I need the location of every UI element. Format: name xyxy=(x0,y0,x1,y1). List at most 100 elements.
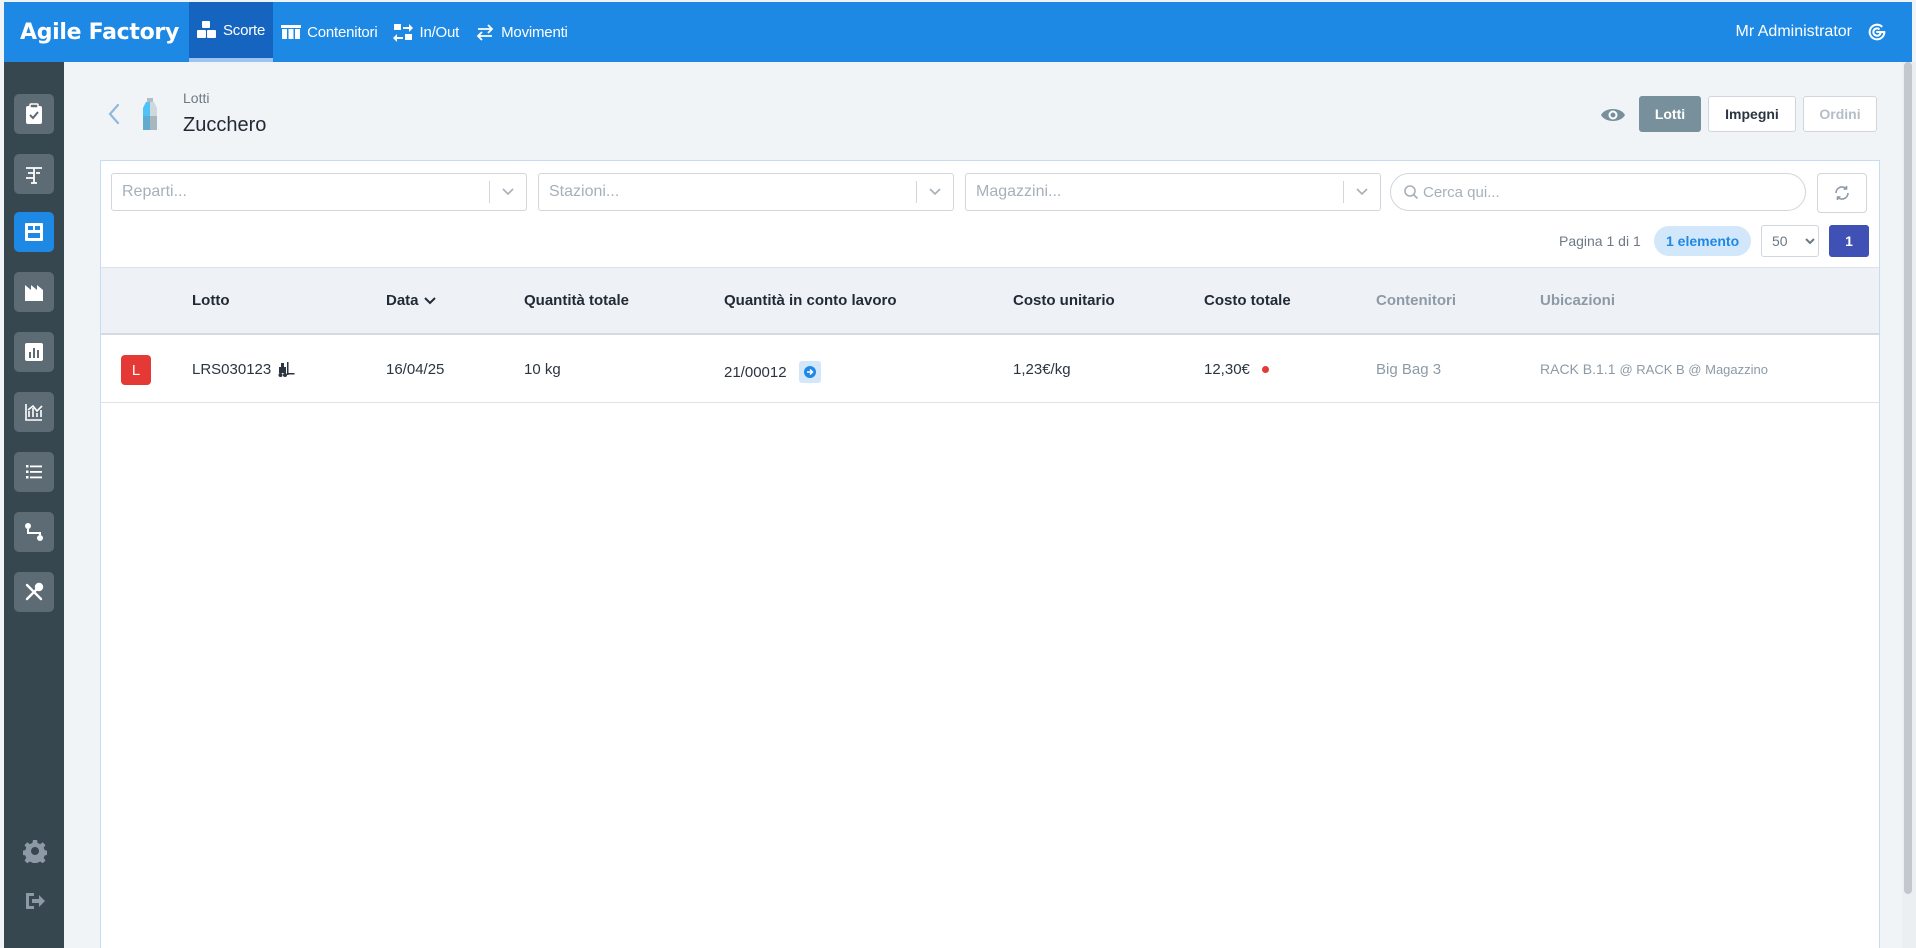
cell-costo-unitario: 1,23€/kg xyxy=(1013,361,1071,378)
tools-icon xyxy=(25,582,44,601)
tab-impegni[interactable]: Impegni xyxy=(1708,96,1796,132)
lot-code: LRS030123 xyxy=(192,361,272,378)
reparti-placeholder: Reparti... xyxy=(122,183,187,200)
nav-item-scorte[interactable]: Scorte xyxy=(188,2,274,62)
cell-quantita-conto-lavoro: 21/00012 xyxy=(724,361,821,383)
nav-item-label: Contenitori xyxy=(307,23,378,41)
sidebar-item-tasks[interactable] xyxy=(14,94,54,134)
sidebar-item-routing[interactable] xyxy=(14,512,54,552)
forklift-icon xyxy=(278,361,295,377)
work-order-code: 21/00012 xyxy=(724,363,787,381)
sidebar-item-tools[interactable] xyxy=(14,572,54,612)
eye-icon[interactable] xyxy=(1600,104,1626,126)
movements-icon xyxy=(476,24,494,41)
column-header-quantita-conto-lavoro[interactable]: Quantità in conto lavoro xyxy=(724,292,897,309)
warning-dot xyxy=(1261,366,1269,373)
total-cost-value: 12,30€ xyxy=(1204,361,1250,378)
table-row[interactable]: L LRS030123 16/04/25 10 kg 21/00012 1,23… xyxy=(101,337,1879,403)
warehouse-icon xyxy=(25,223,43,241)
top-navbar: Agile Factory Scorte Contenitori In/Out … xyxy=(4,2,1912,62)
nav-item-label: In/Out xyxy=(419,23,460,41)
sidebar-item-analytics[interactable] xyxy=(14,392,54,432)
nav-item-in-out[interactable]: In/Out xyxy=(385,2,467,62)
page-button-1[interactable]: 1 xyxy=(1829,225,1869,257)
column-header-ubicazioni[interactable]: Ubicazioni xyxy=(1540,292,1615,309)
list-icon xyxy=(26,465,42,479)
count-badge: 1 elemento xyxy=(1654,226,1752,256)
column-header-data[interactable]: Data xyxy=(386,292,437,309)
gear-icon xyxy=(23,840,47,863)
user-area: Mr Administrator xyxy=(1736,21,1912,43)
sidebar-item-reports[interactable] xyxy=(14,332,54,372)
sidebar-settings[interactable] xyxy=(22,838,48,864)
sidebar xyxy=(4,62,64,948)
line-chart-icon xyxy=(25,404,43,421)
location-code: RACK B.1.1 xyxy=(1540,361,1616,377)
user-name[interactable]: Mr Administrator xyxy=(1736,23,1852,41)
lot-type-badge: L xyxy=(121,355,151,385)
cell-lotto[interactable]: LRS030123 xyxy=(192,361,295,378)
column-header-contenitori[interactable]: Contenitori xyxy=(1376,292,1456,309)
cell-costo-totale: 12,30€ xyxy=(1204,361,1269,378)
sidebar-item-list[interactable] xyxy=(14,452,54,492)
app-brand[interactable]: Agile Factory xyxy=(4,20,189,45)
open-work-order-button[interactable] xyxy=(798,361,821,383)
cell-ubicazioni[interactable]: RACK B.1.1 @ RACK B @ Magazzino xyxy=(1540,361,1768,377)
cell-contenitori[interactable]: Big Bag 3 xyxy=(1376,361,1441,378)
search-box xyxy=(1390,173,1806,211)
arrow-right-circle-icon xyxy=(803,366,816,378)
swirl-logo-icon[interactable] xyxy=(1866,21,1888,43)
breadcrumb[interactable]: Lotti xyxy=(183,90,209,106)
nav-item-contenitori[interactable]: Contenitori xyxy=(273,2,385,62)
lots-card: Reparti... Stazioni... Magazzini... Pagi… xyxy=(100,160,1880,948)
bar-chart-icon xyxy=(25,343,43,361)
in-out-icon xyxy=(393,24,414,42)
page-title: Zucchero xyxy=(183,114,267,136)
location-path: @ RACK B @ Magazzino xyxy=(1619,361,1768,377)
pagination-count: 1 elemento xyxy=(1654,225,1752,257)
reparti-select[interactable]: Reparti... xyxy=(111,173,527,211)
balance-icon xyxy=(26,167,42,184)
column-header-costo-totale[interactable]: Costo totale xyxy=(1204,292,1291,309)
refresh-icon xyxy=(1835,186,1849,200)
sort-desc-icon xyxy=(423,296,436,304)
factory-icon xyxy=(25,285,43,301)
boxes-icon xyxy=(196,21,216,38)
cell-data: 16/04/25 xyxy=(386,361,445,378)
containers-icon xyxy=(281,25,302,39)
per-page-select[interactable]: 50 xyxy=(1761,225,1819,257)
nav-item-label: Movimenti xyxy=(501,23,568,41)
scrollbar-thumb[interactable] xyxy=(1904,62,1912,894)
sidebar-item-balance[interactable] xyxy=(14,154,54,194)
chevron-down-icon xyxy=(1344,187,1380,197)
column-header-label: Data xyxy=(386,292,419,309)
tab-ordini[interactable]: Ordini xyxy=(1803,96,1877,132)
pagination: Pagina 1 di 1 xyxy=(1559,225,1641,257)
column-header-costo-unitario[interactable]: Costo unitario xyxy=(1013,292,1115,309)
magazzini-select[interactable]: Magazzini... xyxy=(965,173,1381,211)
search-input[interactable] xyxy=(1423,183,1783,201)
tab-lotti[interactable]: Lotti xyxy=(1639,96,1701,132)
nav-item-movimenti[interactable]: Movimenti xyxy=(467,2,576,62)
column-header-quantita-totale[interactable]: Quantità totale xyxy=(524,292,629,309)
pagination-per-page: 50 xyxy=(1761,225,1819,257)
nav-item-label: Scorte xyxy=(222,21,266,39)
column-header-lotto[interactable]: Lotto xyxy=(192,292,229,309)
sidebar-logout[interactable] xyxy=(22,888,48,914)
chevron-down-icon xyxy=(490,187,526,197)
route-icon xyxy=(25,523,43,541)
refresh-button[interactable] xyxy=(1817,173,1867,213)
chevron-left-icon xyxy=(108,103,120,125)
main-nav: Scorte Contenitori In/Out Movimenti xyxy=(188,2,576,62)
stazioni-select[interactable]: Stazioni... xyxy=(538,173,954,211)
table-header: Lotto Data Quantità totale Quantità in c… xyxy=(101,267,1879,335)
cell-quantita-totale: 10 kg xyxy=(524,361,561,378)
sidebar-item-production[interactable] xyxy=(14,272,54,312)
chevron-down-icon xyxy=(917,187,953,197)
pagination-pages: 1 xyxy=(1829,225,1869,257)
magazzini-placeholder: Magazzini... xyxy=(976,183,1062,200)
clipboard-check-icon xyxy=(26,103,42,124)
back-button[interactable] xyxy=(104,102,124,126)
logout-icon xyxy=(26,893,45,909)
sidebar-item-warehouse[interactable] xyxy=(14,212,54,252)
